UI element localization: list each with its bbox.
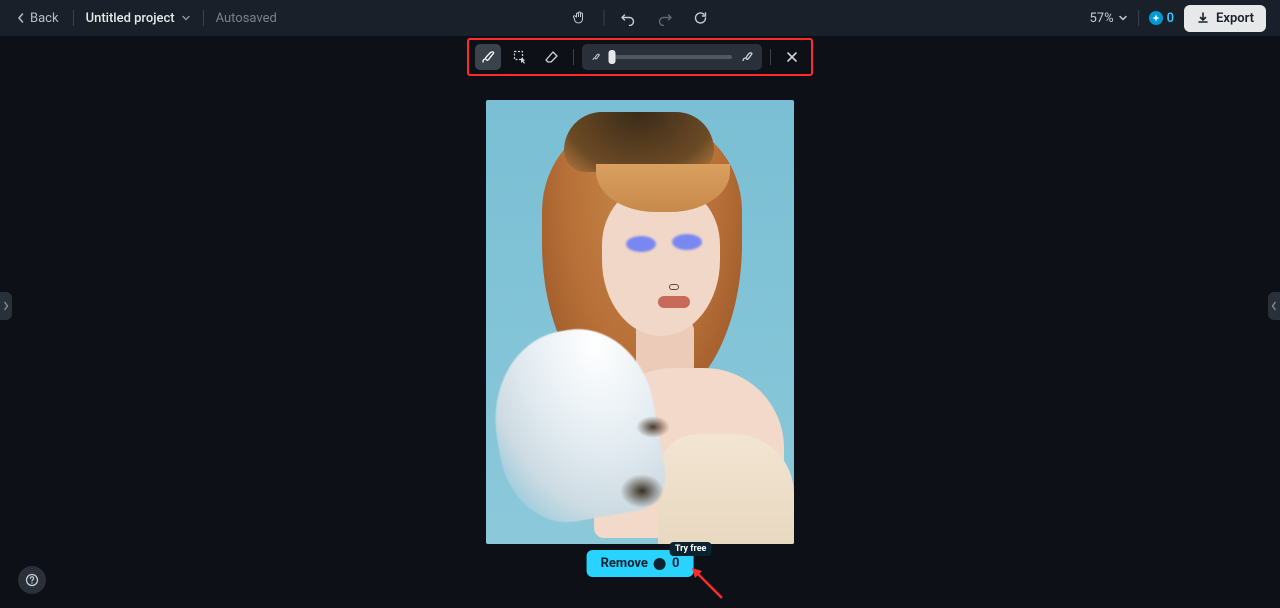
back-label: Back [30,11,59,26]
topbar-right: 57% 0 Export [1089,0,1266,36]
chevron-down-icon [181,13,191,23]
undo-button[interactable] [617,6,641,30]
brush-mask-overlay [626,236,656,252]
chevron-down-icon [1118,13,1128,23]
zoom-value: 57% [1089,11,1113,26]
remove-label: Remove [601,556,648,571]
reset-button[interactable] [689,6,713,30]
help-button[interactable] [18,566,46,594]
large-brush-icon [740,50,754,64]
project-name-text: Untitled project [86,11,175,26]
image-content [564,112,714,172]
credits-button[interactable]: 0 [1149,11,1174,26]
topbar-center [568,0,713,36]
credit-coin-icon [654,558,666,570]
export-label: Export [1216,11,1254,26]
image-content [636,416,670,438]
remove-cost: 0 [672,556,679,571]
canvas-image[interactable] [486,100,794,544]
divider [1138,10,1139,26]
divider [73,10,74,26]
pan-tool-button[interactable] [568,6,592,30]
download-icon [1196,11,1210,25]
tool-group [475,44,565,70]
eraser-tool-button[interactable] [539,44,565,70]
brush-tool-button[interactable] [475,44,501,70]
expand-left-panel-button[interactable] [0,292,12,320]
image-content [620,474,664,508]
image-content [669,284,679,290]
top-bar: Back Untitled project Autosaved 57% [0,0,1280,36]
brush-mask-overlay [672,234,702,250]
autosaved-status: Autosaved [212,11,277,26]
remove-button[interactable]: Remove 0 Try free [587,550,694,577]
redo-button[interactable] [653,6,677,30]
image-content [658,296,690,308]
box-select-tool-button[interactable] [507,44,533,70]
credits-value: 0 [1167,11,1174,26]
back-button[interactable]: Back [10,7,65,30]
slider-thumb[interactable] [609,50,616,64]
annotation-highlight [467,38,813,76]
chevron-left-icon [16,13,26,23]
remove-action-area: Remove 0 Try free [587,550,694,577]
floating-toolbar [467,38,813,76]
divider [604,10,605,26]
expand-right-panel-button[interactable] [1268,292,1280,320]
export-button[interactable]: Export [1184,5,1266,32]
credit-coin-icon [1149,11,1163,25]
divider [573,49,574,65]
topbar-left: Back Untitled project Autosaved [0,7,277,30]
slider-track[interactable] [610,55,732,59]
divider [203,10,204,26]
try-free-badge: Try free [670,542,712,556]
divider [770,49,771,65]
image-content [658,434,794,544]
zoom-dropdown[interactable]: 57% [1089,11,1127,26]
small-brush-icon [590,51,602,63]
brush-size-slider[interactable] [582,44,762,70]
project-name-button[interactable]: Untitled project [82,7,195,30]
annotation-arrow [690,566,730,606]
close-toolbar-button[interactable] [779,44,805,70]
